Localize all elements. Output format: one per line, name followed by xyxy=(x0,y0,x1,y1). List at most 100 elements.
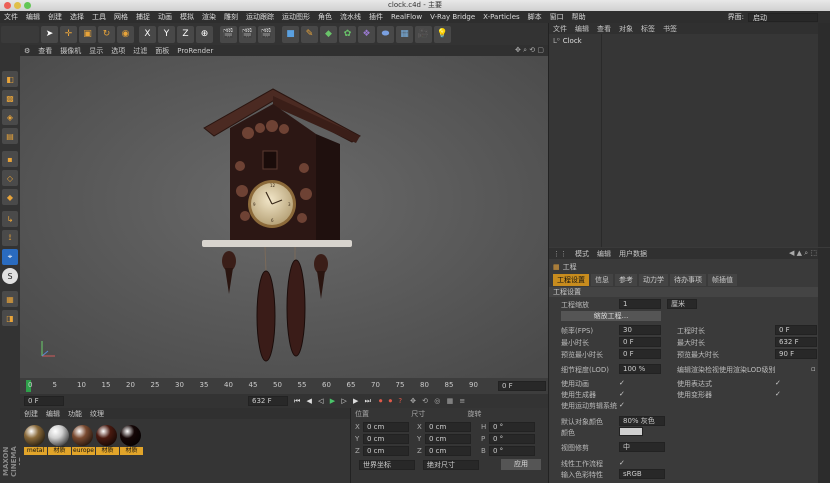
attr-menu-mode[interactable]: 模式 xyxy=(571,249,593,259)
floor-button[interactable]: ▦ xyxy=(396,25,413,43)
menu-tools[interactable]: 工具 xyxy=(88,12,110,22)
recent-tool-button[interactable]: ◉ xyxy=(117,25,134,43)
select-tool-button[interactable]: ➤ xyxy=(41,25,58,43)
texture-mode-button[interactable]: ◈ xyxy=(2,109,18,125)
fps-field[interactable]: 30 xyxy=(619,325,661,335)
keyframe-controls[interactable]: ⏺ ⏺ ? xyxy=(379,397,404,406)
material-swatch[interactable]: 材质 xyxy=(48,425,71,455)
coord-apply-button[interactable]: 应用 xyxy=(501,459,541,470)
mat-menu-texture[interactable]: 纹理 xyxy=(86,409,108,419)
menu-motion-tracker[interactable]: 运动跟踪 xyxy=(242,12,278,22)
view-clip-select[interactable]: 中 xyxy=(619,442,665,452)
coord-scale-select[interactable]: 绝对尺寸 xyxy=(423,460,479,470)
om-menu-tags[interactable]: 标签 xyxy=(637,24,659,34)
undo-redo-group[interactable] xyxy=(1,25,39,43)
om-menu-edit[interactable]: 编辑 xyxy=(571,24,593,34)
menu-realflow[interactable]: RealFlow xyxy=(387,13,426,21)
coord-value-field[interactable]: 0 cm xyxy=(425,434,471,444)
viewport-options-icon[interactable]: ⚙ xyxy=(20,47,34,55)
menu-file[interactable]: 文件 xyxy=(0,12,22,22)
menu-character[interactable]: 角色 xyxy=(314,12,336,22)
start-frame-field[interactable]: 0 F xyxy=(24,396,64,406)
input-color-select[interactable]: sRGB xyxy=(619,469,665,479)
close-window-button[interactable] xyxy=(4,2,11,9)
tab-info[interactable]: 信息 xyxy=(591,274,613,286)
menu-vray[interactable]: V-Ray Bridge xyxy=(426,13,479,21)
minimize-window-button[interactable] xyxy=(14,2,21,9)
menu-simulate[interactable]: 模拟 xyxy=(176,12,198,22)
axis-mode-button[interactable]: ↳ xyxy=(2,211,18,227)
z-axis-button[interactable]: Z xyxy=(177,25,194,43)
tab-interpolation[interactable]: 帧插值 xyxy=(708,274,737,286)
tab-todo[interactable]: 待办事项 xyxy=(670,274,706,286)
mat-menu-create[interactable]: 创建 xyxy=(20,409,42,419)
menu-mesh[interactable]: 网格 xyxy=(110,12,132,22)
scale-project-button[interactable]: 缩放工程... xyxy=(561,311,661,321)
coord-value-field[interactable]: 0 cm xyxy=(425,446,471,456)
make-editable-button[interactable]: ◧ xyxy=(2,71,18,87)
workplane-button[interactable]: ▤ xyxy=(2,128,18,144)
preview-max-field[interactable]: 90 F xyxy=(775,349,817,359)
attr-menu-edit[interactable]: 编辑 xyxy=(593,249,615,259)
vp-menu-options[interactable]: 选项 xyxy=(107,46,129,56)
color-swatch[interactable] xyxy=(619,427,643,436)
move-tool-button[interactable]: ✛ xyxy=(60,25,77,43)
subdivision-button[interactable]: ◆ xyxy=(320,25,337,43)
light-button[interactable]: 💡 xyxy=(434,25,451,43)
mat-menu-edit[interactable]: 编辑 xyxy=(42,409,64,419)
maximize-window-button[interactable] xyxy=(24,2,31,9)
menu-edit[interactable]: 编辑 xyxy=(22,12,44,22)
preview-min-field[interactable]: 0 F xyxy=(619,349,661,359)
edges-mode-button[interactable]: ◇ xyxy=(2,170,18,186)
pen-button[interactable]: ✎ xyxy=(301,25,318,43)
x-axis-button[interactable]: X xyxy=(139,25,156,43)
soft-selection-button[interactable]: S xyxy=(2,268,18,284)
tweak-mode-button[interactable]: ⟟ xyxy=(2,230,18,246)
menu-sculpt[interactable]: 雕刻 xyxy=(220,12,242,22)
vp-menu-display[interactable]: 显示 xyxy=(85,46,107,56)
lod-render-checkbox[interactable]: ▫ xyxy=(811,365,818,373)
max-time-field[interactable]: 632 F xyxy=(775,337,817,347)
mat-menu-function[interactable]: 功能 xyxy=(64,409,86,419)
vp-menu-view[interactable]: 查看 xyxy=(34,46,56,56)
menu-script[interactable]: 脚本 xyxy=(524,12,546,22)
coord-mode-select[interactable]: 世界坐标 xyxy=(359,460,415,470)
workplane-lock-button[interactable]: ▦ xyxy=(2,291,18,307)
coord-value-field[interactable]: 0 ° xyxy=(489,434,535,444)
points-mode-button[interactable]: ▪ xyxy=(2,151,18,167)
tab-reference[interactable]: 参考 xyxy=(615,274,637,286)
menu-snap[interactable]: 捕捉 xyxy=(132,12,154,22)
cube-button[interactable]: ■ xyxy=(282,25,299,43)
tab-dynamics[interactable]: 动力学 xyxy=(639,274,668,286)
menu-render[interactable]: 渲染 xyxy=(198,12,220,22)
coord-value-field[interactable]: 0 cm xyxy=(363,434,409,444)
vp-menu-prorender[interactable]: ProRender xyxy=(173,47,217,55)
object-row-clock[interactable]: L⁰ Clock xyxy=(553,37,582,45)
scale-field[interactable]: 1 xyxy=(619,299,661,309)
menu-pipeline[interactable]: 流水线 xyxy=(336,12,365,22)
duration-field[interactable]: 0 F xyxy=(775,325,817,335)
default-color-select[interactable]: 80% 灰色 xyxy=(619,416,665,426)
end-frame-field[interactable]: 632 F xyxy=(248,396,288,406)
scale-tool-button[interactable]: ▣ xyxy=(79,25,96,43)
transport-controls[interactable]: ⏮ ◀ ◁ ▶ ▷ ▶ ⏭ xyxy=(294,397,373,406)
menu-create[interactable]: 创建 xyxy=(44,12,66,22)
rotate-tool-button[interactable]: ↻ xyxy=(98,25,115,43)
coord-value-field[interactable]: 0 ° xyxy=(489,446,535,456)
scale-unit-select[interactable]: 厘米 xyxy=(667,299,697,309)
render-settings-button[interactable]: 🎬 xyxy=(258,25,275,43)
layout-select[interactable]: 启动 xyxy=(748,12,818,22)
coord-value-field[interactable]: 0 cm xyxy=(363,446,409,456)
polygons-mode-button[interactable]: ◆ xyxy=(2,189,18,205)
layout-cube-button[interactable]: ◨ xyxy=(2,310,18,326)
render-view-button[interactable]: 🎬 xyxy=(220,25,237,43)
om-menu-view[interactable]: 查看 xyxy=(593,24,615,34)
menu-animate[interactable]: 动画 xyxy=(154,12,176,22)
coord-system-button[interactable]: ⊕ xyxy=(196,25,213,43)
use-generators-checkbox[interactable]: ✓ xyxy=(619,390,626,398)
3d-viewport[interactable]: 12 3 6 9 xyxy=(20,56,548,378)
tab-project-settings[interactable]: 工程设置 xyxy=(553,274,589,286)
scene-button[interactable]: ⬬ xyxy=(377,25,394,43)
attr-grip-icon[interactable]: ⋮⋮ xyxy=(549,250,571,258)
model-mode-button[interactable]: ▩ xyxy=(2,90,18,106)
